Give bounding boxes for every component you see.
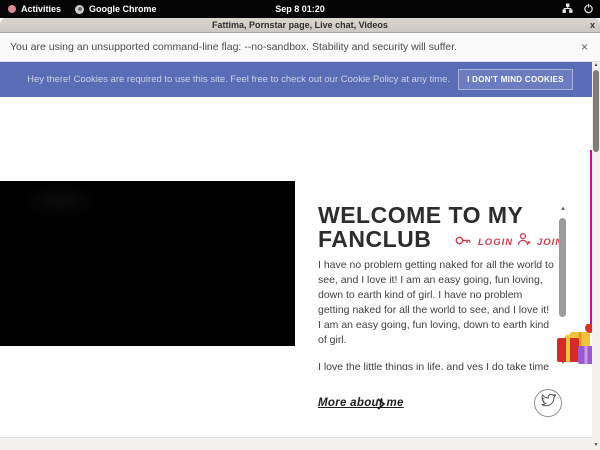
chrome-icon bbox=[75, 5, 84, 14]
sandbox-warning-bar: You are using an unsupported command-lin… bbox=[0, 33, 600, 62]
welcome-heading: WELCOME TO MY FANCLUB bbox=[318, 203, 554, 251]
site-header: LOGO LOGIN JOIN bbox=[0, 97, 592, 181]
activities-label: Activities bbox=[21, 4, 61, 14]
scrollbar-down-icon[interactable]: ▼ bbox=[592, 442, 600, 449]
app-menu-label: Google Chrome bbox=[89, 4, 157, 14]
more-about-me-link[interactable]: More about me bbox=[318, 397, 404, 409]
browser-window: Fattima, Pornstar page, Live chat, Video… bbox=[0, 18, 600, 450]
activities-button[interactable]: Activities bbox=[8, 4, 61, 14]
twitter-button[interactable] bbox=[534, 389, 562, 417]
video-player[interactable] bbox=[0, 181, 295, 346]
text-scrollbar-thumb[interactable] bbox=[559, 218, 566, 317]
cookie-banner: Hey there! Cookies are required to use t… bbox=[0, 62, 600, 97]
page-bottom-strip bbox=[0, 437, 592, 450]
welcome-paragraph-2: I love the little things in life, and ye… bbox=[318, 360, 554, 370]
text-scrollbar-up-icon[interactable]: ▴ bbox=[558, 205, 568, 213]
chevron-right-icon[interactable] bbox=[376, 397, 386, 415]
window-titlebar[interactable]: Fattima, Pornstar page, Live chat, Video… bbox=[0, 18, 600, 33]
network-icon[interactable] bbox=[562, 3, 573, 16]
cookie-accept-button[interactable]: I DON'T MIND COOKIES bbox=[458, 69, 573, 90]
page-viewport: Hey there! Cookies are required to use t… bbox=[0, 62, 600, 450]
welcome-paragraph-1: I have no problem getting naked for all … bbox=[318, 258, 554, 348]
window-close-button[interactable]: x bbox=[590, 19, 595, 32]
gnome-top-bar: Activities Google Chrome Sep 8 01:20 bbox=[0, 0, 600, 18]
power-icon[interactable] bbox=[583, 3, 594, 16]
browser-scrollbar[interactable]: ▲ ▼ bbox=[592, 62, 600, 450]
window-title: Fattima, Pornstar page, Live chat, Video… bbox=[212, 20, 388, 30]
scrollbar-up-icon[interactable]: ▲ bbox=[592, 62, 600, 69]
activities-icon bbox=[8, 5, 16, 13]
cookie-banner-text: Hey there! Cookies are required to use t… bbox=[27, 74, 450, 85]
sandbox-warning-text: You are using an unsupported command-lin… bbox=[10, 41, 457, 53]
twitter-icon bbox=[541, 394, 556, 412]
scrollbar-thumb[interactable] bbox=[593, 70, 599, 152]
desktop-screen: Activities Google Chrome Sep 8 01:20 Fat… bbox=[0, 0, 600, 450]
more-about-row: More about me bbox=[318, 389, 564, 419]
app-menu-google-chrome[interactable]: Google Chrome bbox=[75, 4, 157, 14]
welcome-section: WELCOME TO MY FANCLUB I have no problem … bbox=[318, 203, 554, 370]
warning-close-icon[interactable]: × bbox=[581, 40, 588, 54]
